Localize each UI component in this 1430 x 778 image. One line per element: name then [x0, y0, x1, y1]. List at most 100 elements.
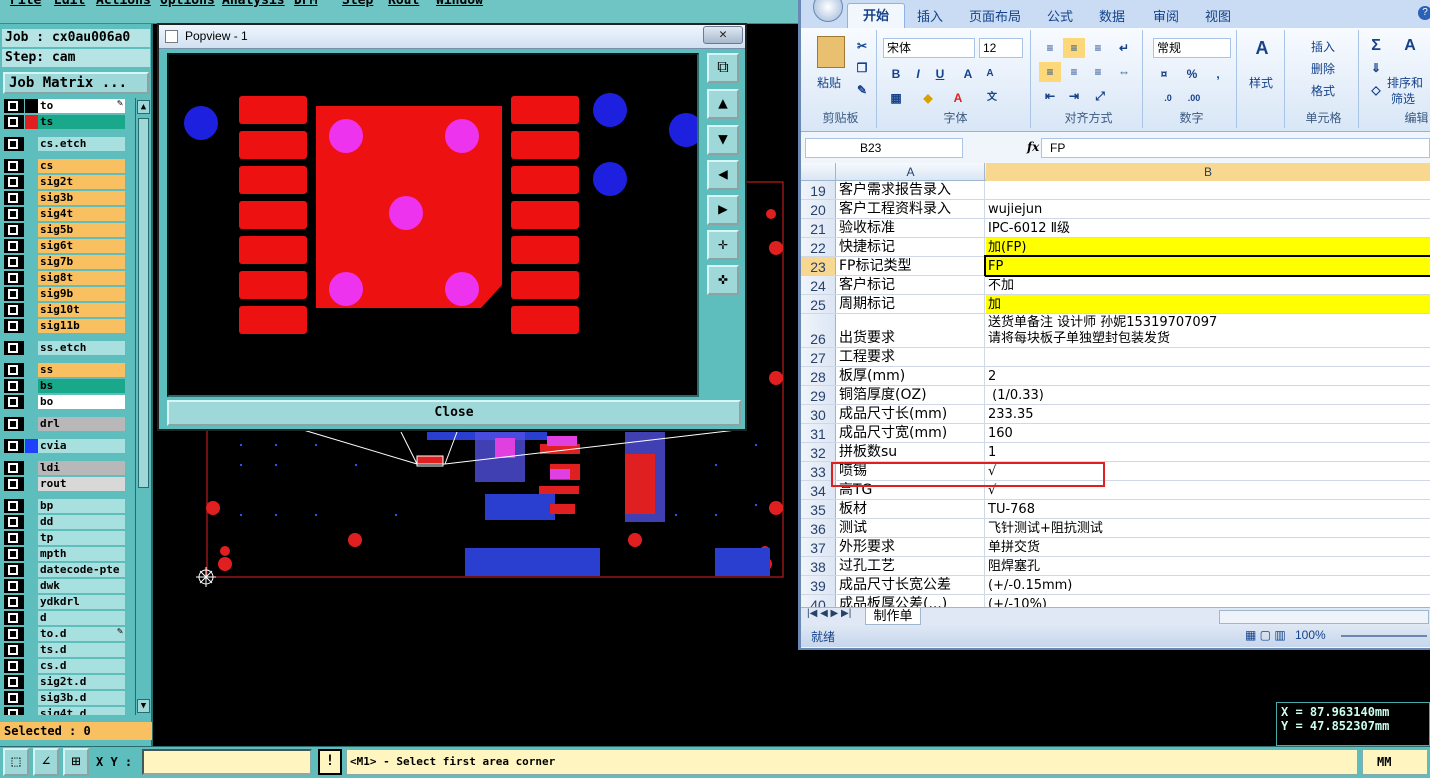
percent-icon[interactable]: % — [1181, 64, 1203, 84]
cut-icon[interactable]: ✂ — [851, 36, 873, 56]
paste-icon[interactable] — [817, 36, 845, 68]
layer-checkbox[interactable] — [4, 515, 24, 529]
cell-a[interactable]: 成品尺寸宽(mm) — [837, 424, 985, 442]
measure-icon[interactable]: ∠ — [33, 748, 59, 776]
layer-name[interactable]: cvia — [38, 439, 125, 453]
cell-b[interactable]: 160 — [986, 424, 1430, 442]
cell-a[interactable]: 拼板数su — [837, 443, 985, 461]
layer-checkbox[interactable] — [4, 207, 24, 221]
layer-name[interactable]: bp — [38, 499, 125, 513]
menu-dfm[interactable]: DFM — [294, 0, 317, 8]
layer-checkbox[interactable] — [4, 611, 24, 625]
layer-name[interactable]: sig4t.d — [38, 707, 125, 715]
pan-up-icon[interactable]: ▲ — [707, 89, 739, 119]
cell-b[interactable]: 2 — [986, 367, 1430, 385]
layer-name[interactable]: bo — [38, 395, 125, 409]
row-header[interactable]: 38 — [801, 557, 836, 575]
autosum-icon[interactable]: Σ — [1365, 36, 1387, 56]
layer-name[interactable]: sig8t — [38, 271, 125, 285]
cell-a[interactable]: 外形要求 — [837, 538, 985, 556]
layer-row-sig9b[interactable]: sig9b — [3, 286, 125, 301]
pan-down-icon[interactable]: ▼ — [707, 125, 739, 155]
function-icon[interactable]: fx — [1027, 140, 1039, 154]
cell-a[interactable]: 成品板厚公差(...) — [837, 595, 985, 607]
comma-icon[interactable]: , — [1207, 64, 1229, 84]
menu-edit[interactable]: Edit — [54, 0, 85, 8]
cell-a[interactable]: 出货要求 — [837, 314, 985, 347]
align-bottom-icon[interactable]: ≡ — [1087, 38, 1109, 58]
cell-b[interactable]: FP — [984, 255, 1430, 277]
insert-cells-button[interactable]: 插入 — [1311, 38, 1335, 55]
row-header[interactable]: 40 — [801, 595, 836, 607]
wrap-text-icon[interactable]: ↵ — [1113, 38, 1135, 58]
row-header[interactable]: 23 — [801, 257, 836, 275]
layer-name[interactable]: to — [38, 99, 125, 113]
paste-label[interactable]: 粘贴 — [817, 74, 841, 91]
cell-a[interactable]: 过孔工艺 — [837, 557, 985, 575]
font-color-icon[interactable]: A — [947, 88, 969, 108]
row-header[interactable]: 22 — [801, 238, 836, 256]
cell-b[interactable]: (+/-10%) — [986, 595, 1430, 607]
cell-a[interactable]: 客户需求报告录入 — [837, 181, 985, 199]
name-box[interactable]: B23 — [805, 138, 963, 158]
layer-checkbox[interactable] — [4, 159, 24, 173]
layer-name[interactable]: cs — [38, 159, 125, 173]
format-painter-icon[interactable]: ✎ — [851, 80, 873, 100]
layer-name[interactable]: to.d — [38, 627, 125, 641]
menu-step[interactable]: Step — [342, 0, 373, 8]
decrease-indent-icon[interactable]: ⇤ — [1039, 86, 1061, 106]
layer-row-datecode-pte[interactable]: datecode-pte — [3, 562, 125, 577]
font-name-select[interactable]: 宋体 — [883, 38, 975, 58]
layer-checkbox[interactable] — [4, 239, 24, 253]
layer-row-sig7b[interactable]: sig7b — [3, 254, 125, 269]
layer-checkbox[interactable] — [4, 363, 24, 377]
row-header[interactable]: 31 — [801, 424, 836, 442]
sheet-grid[interactable]: 19 客户需求报告录入 20 客户工程资料录入 wujiejun 21 验收标准 IPC-60… — [801, 181, 1430, 607]
layer-row-sig2t[interactable]: sig2t — [3, 174, 125, 189]
menu-analysis[interactable]: Analysis — [222, 0, 285, 8]
layer-checkbox[interactable] — [4, 191, 24, 205]
horizontal-scrollbar[interactable] — [1219, 610, 1429, 624]
unit-select[interactable]: MM — [1362, 749, 1428, 775]
layer-checkbox[interactable] — [4, 691, 24, 705]
cell-b[interactable]: 不加 — [986, 276, 1430, 294]
layer-name[interactable]: sig2t.d — [38, 675, 125, 689]
cell-b[interactable] — [986, 348, 1430, 366]
layer-row-sig3b.d[interactable]: sig3b.d — [3, 690, 125, 705]
row-header[interactable]: 21 — [801, 219, 836, 237]
cell-a[interactable]: 快捷标记 — [837, 238, 985, 256]
layer-row-sig3b[interactable]: sig3b — [3, 190, 125, 205]
layer-name[interactable]: datecode-pte — [38, 563, 125, 577]
layer-list-scrollbar[interactable]: ▲ ▼ — [135, 98, 150, 715]
font-size-select[interactable]: 12 — [979, 38, 1023, 58]
layer-row-sig8t[interactable]: sig8t — [3, 270, 125, 285]
cell-b[interactable]: 加 — [986, 295, 1430, 313]
layer-name[interactable]: sig10t — [38, 303, 125, 317]
layer-row-sig4t.d[interactable]: sig4t.d — [3, 706, 125, 715]
border-icon[interactable]: ▦ — [885, 88, 907, 108]
row-header[interactable]: 32 — [801, 443, 836, 461]
menu-actions[interactable]: Actions — [96, 0, 151, 8]
layer-checkbox[interactable] — [4, 547, 24, 561]
layer-row-drl[interactable]: drl — [3, 416, 125, 431]
cell-a[interactable]: 板材 — [837, 500, 985, 518]
zoom-level[interactable]: 100% — [1295, 628, 1326, 642]
formula-bar[interactable]: FP — [1041, 138, 1430, 158]
row-header[interactable]: 24 — [801, 276, 836, 294]
layer-name[interactable]: bs — [38, 379, 125, 393]
layer-row-dd[interactable]: dd — [3, 514, 125, 529]
tab-insert[interactable]: 插入 — [917, 6, 943, 25]
menu-rout[interactable]: Rout — [388, 0, 419, 8]
layer-checkbox[interactable] — [4, 707, 24, 715]
styles-icon[interactable]: A — [1251, 38, 1273, 58]
layer-checkbox[interactable] — [4, 531, 24, 545]
layer-row-tp[interactable]: tp — [3, 530, 125, 545]
cell-a[interactable]: 客户标记 — [837, 276, 985, 294]
cell-a[interactable]: 客户工程资料录入 — [837, 200, 985, 218]
delete-cells-button[interactable]: 删除 — [1311, 60, 1335, 77]
scroll-thumb[interactable] — [138, 118, 149, 488]
layer-checkbox[interactable] — [4, 395, 24, 409]
close-icon[interactable]: ✕ — [703, 26, 743, 44]
tab-data[interactable]: 数据 — [1099, 6, 1125, 25]
cell-a[interactable]: 测试 — [837, 519, 985, 537]
